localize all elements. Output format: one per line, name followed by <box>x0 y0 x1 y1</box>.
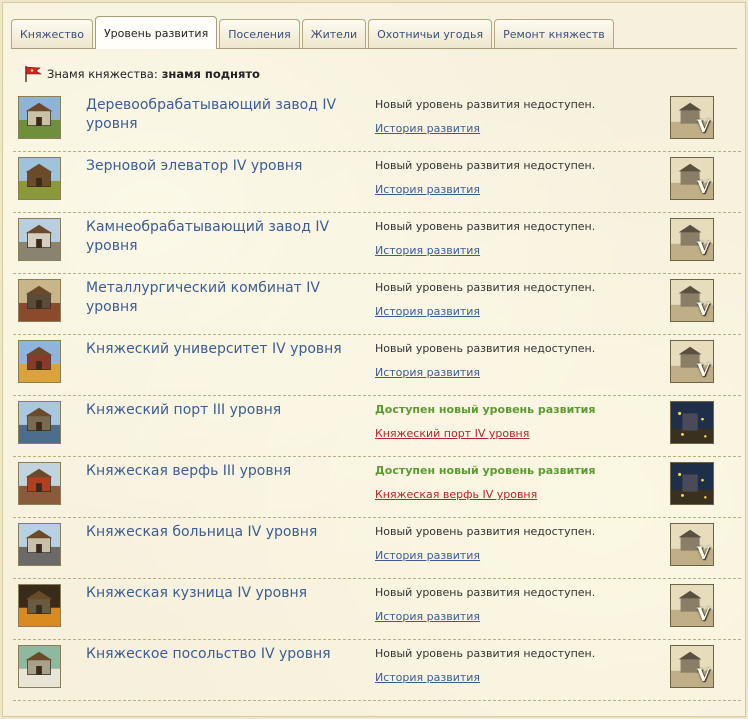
tab-bar: Княжество Уровень развития Поселения Жит… <box>11 16 616 49</box>
development-history-link[interactable]: История развития <box>375 610 480 623</box>
tab-principality-repair[interactable]: Ремонт княжеств <box>494 19 614 49</box>
building-image[interactable] <box>18 340 61 383</box>
next-level-image[interactable]: V <box>670 645 714 688</box>
next-level-image[interactable]: V <box>670 96 714 139</box>
tab-hunting-grounds[interactable]: Охотничьи угодья <box>368 19 493 49</box>
building-name-link[interactable]: Металлургический комбинат IV уровня <box>86 279 366 317</box>
building-name-link[interactable]: Княжеская кузница IV уровня <box>86 584 366 603</box>
development-status: Новый уровень развития недоступен. <box>375 98 596 111</box>
sparkle-icon <box>678 411 707 438</box>
building-row: Княжеский университет IV уровня Новый уро… <box>13 335 741 396</box>
next-level-image[interactable]: V <box>670 584 714 627</box>
development-history-link[interactable]: История развития <box>375 305 480 318</box>
building-row: Зерновой элеватор IV уровня Новый уровень… <box>13 152 741 213</box>
next-level-roman: V <box>696 178 710 198</box>
building-image[interactable] <box>18 523 61 566</box>
development-history-link[interactable]: История развития <box>375 549 480 562</box>
building-image[interactable] <box>18 401 61 444</box>
next-level-roman: V <box>696 605 710 625</box>
next-level-image[interactable]: V <box>670 218 714 261</box>
next-level-roman: V <box>696 544 710 564</box>
banner-status: Знамя княжества: знамя поднято <box>23 65 260 83</box>
development-status: Новый уровень развития недоступен. <box>375 647 596 660</box>
building-name-link[interactable]: Княжеское посольство IV уровня <box>86 645 366 664</box>
next-level-link[interactable]: Княжеская верфь IV уровня <box>375 488 537 501</box>
banner-value: знамя поднято <box>161 67 260 81</box>
building-row: Княжеская верфь III уровня Доступен новый… <box>13 457 741 518</box>
development-history-link[interactable]: История развития <box>375 244 480 257</box>
tab-development-level[interactable]: Уровень развития <box>94 16 218 49</box>
tab-principality[interactable]: Княжество <box>11 19 93 49</box>
building-row: Княжеская кузница IV уровня Новый уровень… <box>13 579 741 640</box>
development-status: Новый уровень развития недоступен. <box>375 525 596 538</box>
next-level-image[interactable]: V <box>670 523 714 566</box>
development-status: Новый уровень развития недоступен. <box>375 159 596 172</box>
building-image[interactable] <box>18 584 61 627</box>
building-image[interactable] <box>18 462 61 505</box>
building-name-link[interactable]: Зерновой элеватор IV уровня <box>86 157 366 176</box>
building-image[interactable] <box>18 157 61 200</box>
building-row: Камнеобрабатывающий завод IV уровня Новый… <box>13 213 741 274</box>
banner-label: Знамя княжества: <box>47 67 158 81</box>
building-image[interactable] <box>18 645 61 688</box>
development-history-link[interactable]: История развития <box>375 366 480 379</box>
building-name-link[interactable]: Деревообрабатывающий завод IV уровня <box>86 96 366 134</box>
tab-residents[interactable]: Жители <box>301 19 367 49</box>
building-name-link[interactable]: Камнеобрабатывающий завод IV уровня <box>86 218 366 256</box>
development-status: Новый уровень развития недоступен. <box>375 281 596 294</box>
development-status: Доступен новый уровень развития <box>375 464 596 477</box>
next-level-image[interactable] <box>670 401 714 444</box>
building-name-link[interactable]: Княжеская верфь III уровня <box>86 462 366 481</box>
next-level-roman: V <box>696 666 710 686</box>
buildings-list: Деревообрабатывающий завод IV уровня Новы… <box>13 91 741 701</box>
building-image[interactable] <box>18 96 61 139</box>
development-status: Новый уровень развития недоступен. <box>375 586 596 599</box>
sparkle-icon <box>678 472 707 499</box>
next-level-image[interactable]: V <box>670 279 714 322</box>
next-level-roman: V <box>696 361 710 381</box>
next-level-roman: V <box>696 239 710 259</box>
development-history-link[interactable]: История развития <box>375 671 480 684</box>
development-history-link[interactable]: История развития <box>375 183 480 196</box>
building-row: Княжеская больница IV уровня Новый уровен… <box>13 518 741 579</box>
building-row: Металлургический комбинат IV уровня Новый… <box>13 274 741 335</box>
flag-icon <box>25 66 43 82</box>
building-row: Княжеское посольство IV уровня Новый уров… <box>13 640 741 701</box>
next-level-link[interactable]: Княжеский порт IV уровня <box>375 427 529 440</box>
development-status: Новый уровень развития недоступен. <box>375 342 596 355</box>
next-level-roman: V <box>696 300 710 320</box>
building-image[interactable] <box>18 279 61 322</box>
building-name-link[interactable]: Княжеский порт III уровня <box>86 401 366 420</box>
next-level-image[interactable]: V <box>670 340 714 383</box>
building-image[interactable] <box>18 218 61 261</box>
development-status: Доступен новый уровень развития <box>375 403 596 416</box>
building-name-link[interactable]: Княжеский университет IV уровня <box>86 340 366 359</box>
building-row: Деревообрабатывающий завод IV уровня Новы… <box>13 91 741 152</box>
building-name-link[interactable]: Княжеская больница IV уровня <box>86 523 366 542</box>
next-level-image[interactable]: V <box>670 157 714 200</box>
tab-settlements[interactable]: Поселения <box>219 19 300 49</box>
development-status: Новый уровень развития недоступен. <box>375 220 596 233</box>
building-row: Княжеский порт III уровня Доступен новый … <box>13 396 741 457</box>
development-history-link[interactable]: История развития <box>375 122 480 135</box>
next-level-image[interactable] <box>670 462 714 505</box>
next-level-roman: V <box>696 117 710 137</box>
content-panel: Княжество Уровень развития Поселения Жит… <box>2 2 746 717</box>
